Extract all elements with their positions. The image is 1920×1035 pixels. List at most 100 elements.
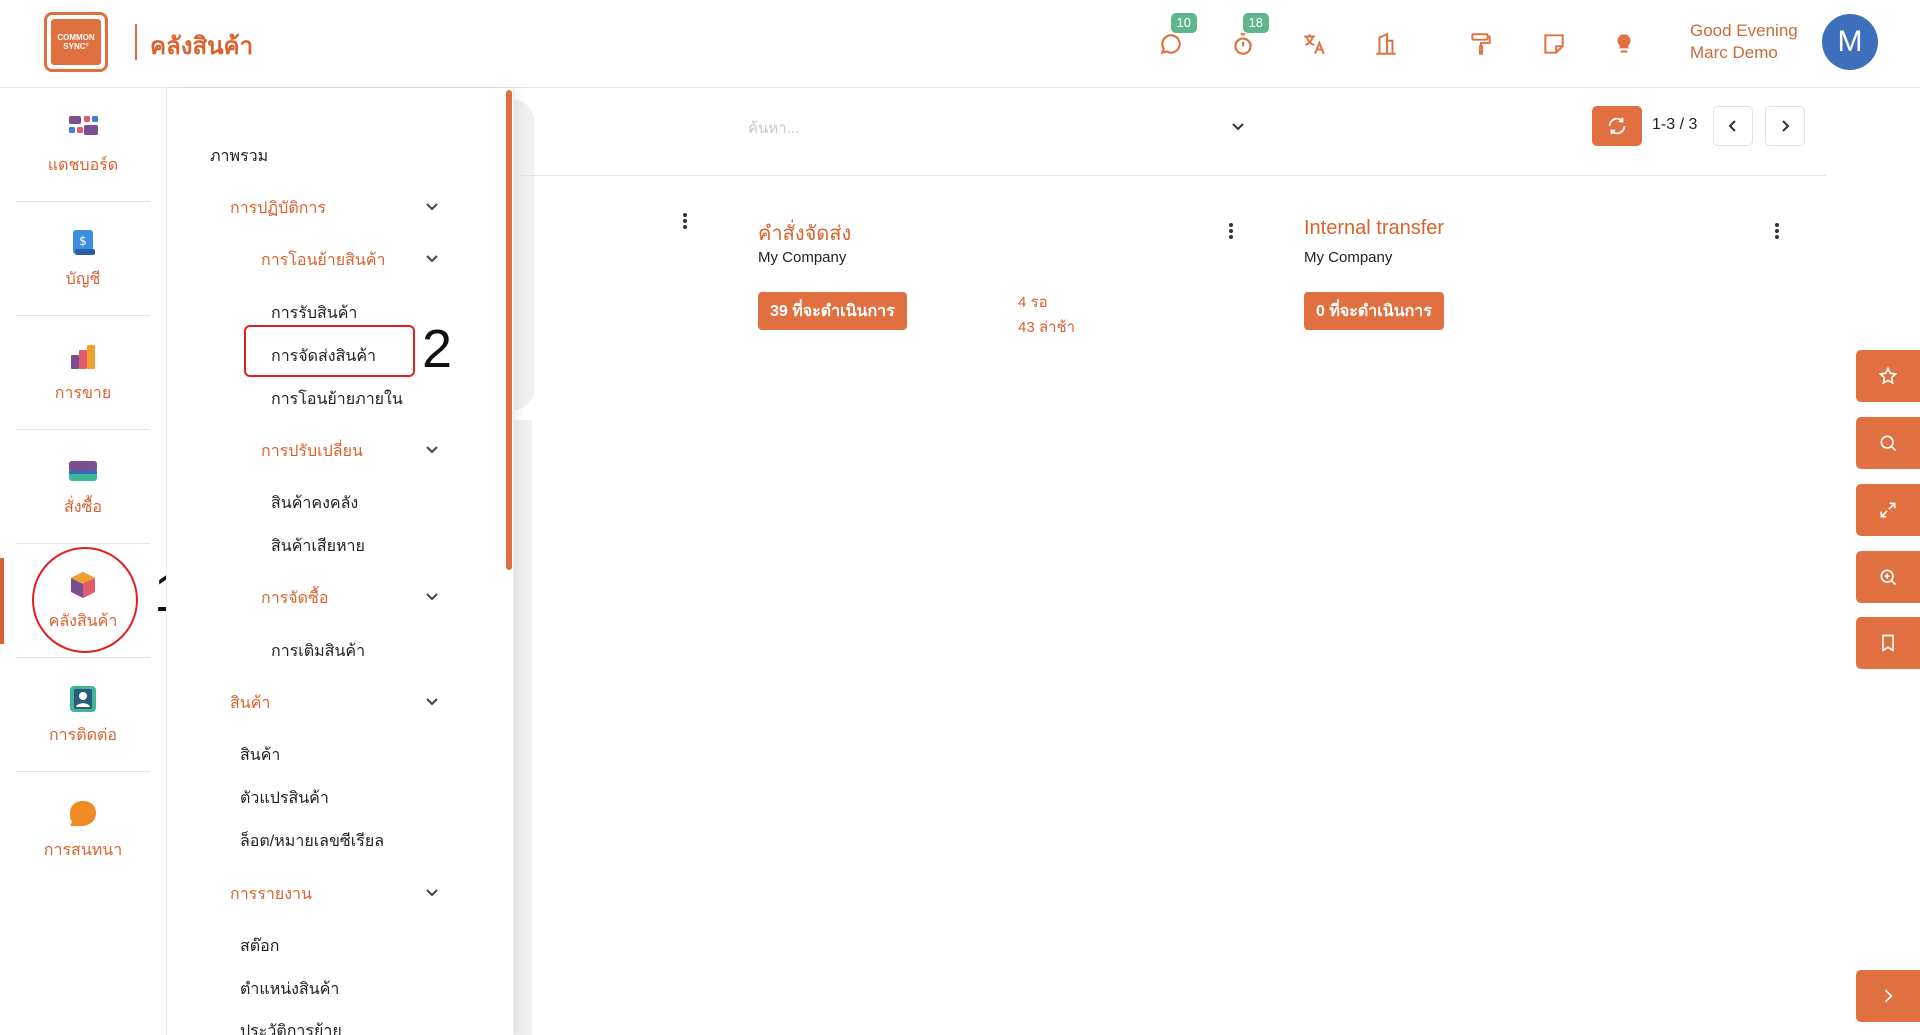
- chat-icon: [1160, 34, 1181, 55]
- menu-adjustments[interactable]: การปรับเปลี่ยน: [261, 439, 363, 464]
- sidebar-label-purchase: สั่งซื้อ: [63, 499, 103, 516]
- chevron-down-icon: [426, 203, 438, 211]
- sidebar-label-discuss: การสนทนา: [43, 841, 123, 859]
- top-bar: COMMON SYNC° คลังสินค้า 10 18 Good Eveni…: [0, 0, 1920, 88]
- greeting-line-1: Good Evening: [1690, 21, 1798, 40]
- sidebar-item-contacts[interactable]: การติดต่อ: [16, 660, 150, 772]
- menu-moves-history[interactable]: ประวัติการย้าย: [240, 1019, 342, 1035]
- note-icon: [1544, 34, 1564, 54]
- menu-scrollbar[interactable]: [506, 90, 512, 570]
- chevron-down-icon: [426, 889, 438, 897]
- expand-panel-button[interactable]: [1856, 970, 1920, 1022]
- search-icon: [1880, 435, 1897, 452]
- zoom-tool-button[interactable]: [1856, 551, 1920, 603]
- title-divider: [135, 24, 137, 60]
- sidebar-item-discuss[interactable]: การสนทนา: [16, 774, 150, 886]
- activities-button[interactable]: 18: [1225, 13, 1269, 62]
- activities-badge: 18: [1242, 13, 1269, 33]
- pager-prev-button[interactable]: [1713, 106, 1753, 146]
- menu-overview[interactable]: ภาพรวม: [210, 144, 268, 169]
- chevron-down-icon: [426, 255, 438, 263]
- menu-reporting[interactable]: การรายงาน: [230, 882, 312, 907]
- sidebar-item-purchase[interactable]: สั่งซื้อ: [16, 432, 150, 544]
- chevron-right-icon: [1884, 989, 1893, 1003]
- menu-variants[interactable]: ตัวแปรสินค้า: [240, 786, 329, 811]
- menu-scrap[interactable]: สินค้าเสียหาย: [271, 534, 365, 559]
- sidebar-label-sales: การขาย: [54, 385, 112, 402]
- zoom-in-icon: [1880, 569, 1897, 586]
- menu-procurement[interactable]: การจัดซื้อ: [261, 586, 329, 611]
- tips-button[interactable]: [1606, 26, 1642, 62]
- search-input[interactable]: ค้นหา...: [748, 116, 799, 140]
- translate-icon: [1304, 34, 1325, 55]
- sidebar-label-dashboard: แดชบอร์ด: [47, 157, 119, 174]
- inventory-menu: [166, 88, 514, 1035]
- expand-icon: [1880, 502, 1896, 518]
- messages-button[interactable]: 10: [1153, 13, 1197, 62]
- backdrop-edge: [514, 100, 534, 410]
- menu-locations[interactable]: ตำแหน่งสินค้า: [240, 977, 339, 1002]
- logo-text-2: SYNC°: [63, 42, 89, 51]
- fullscreen-tool-button[interactable]: [1856, 484, 1920, 536]
- app-title: คลังสินค้า: [150, 33, 254, 60]
- menu-operations[interactable]: การปฏิบัติการ: [230, 196, 326, 221]
- refresh-button[interactable]: [1592, 106, 1642, 146]
- chevron-left-icon: [1728, 120, 1736, 132]
- contacts-icon: [70, 686, 96, 712]
- user-name: Marc Demo: [1690, 43, 1778, 62]
- card-title-internal[interactable]: Internal transfer: [1304, 217, 1444, 240]
- chevron-down-icon: [426, 593, 438, 601]
- pager-next-button[interactable]: [1765, 106, 1805, 146]
- chevron-down-icon: [426, 446, 438, 454]
- menu-stock[interactable]: สต๊อก: [240, 934, 279, 959]
- kebab-icon: [1229, 223, 1233, 239]
- card-company-internal: My Company: [1304, 249, 1393, 266]
- svg-text:$: $: [79, 234, 87, 248]
- menu-receipts[interactable]: การรับสินค้า: [271, 301, 357, 326]
- logo-mark: COMMON SYNC°: [51, 19, 101, 65]
- search-underline: [520, 175, 1826, 176]
- menu-lots-serials[interactable]: ล็อต/หมายเลขซีเรียล: [240, 829, 384, 854]
- annotation-box: [244, 325, 415, 377]
- menu-products-item[interactable]: สินค้า: [240, 743, 280, 768]
- menu-products[interactable]: สินค้า: [230, 691, 270, 716]
- chevron-right-icon: [1782, 120, 1790, 132]
- menu-replenishment[interactable]: การเติมสินค้า: [271, 639, 365, 664]
- annotation-step-2: 2: [422, 319, 453, 379]
- bookmark-tool-button[interactable]: [1856, 617, 1920, 669]
- delivery-late-link[interactable]: 43 ล่าช้า: [1018, 316, 1075, 340]
- sidebar-label-accounting: บัญชี: [65, 271, 101, 288]
- user-avatar[interactable]: M: [1822, 14, 1878, 70]
- purchase-icon: [69, 461, 97, 481]
- sidebar-item-sales[interactable]: การขาย: [16, 318, 150, 430]
- menu-transfers[interactable]: การโอนย้ายสินค้า: [261, 248, 386, 273]
- search-tool-button[interactable]: [1856, 417, 1920, 469]
- star-icon: [1878, 366, 1898, 385]
- delivery-waiting-link[interactable]: 4 รอ: [1018, 291, 1048, 315]
- sales-icon: [71, 345, 95, 369]
- kebab-icon: [683, 213, 687, 229]
- paint-roller-icon: [1471, 33, 1491, 55]
- app-logo[interactable]: COMMON SYNC°: [44, 12, 108, 72]
- sidebar-label-contacts: การติดต่อ: [48, 727, 118, 744]
- menu-internal-transfers[interactable]: การโอนย้ายภายใน: [271, 387, 403, 412]
- annotation-circle: [32, 547, 138, 653]
- logo-text-1: COMMON: [57, 33, 95, 42]
- delivery-todo-button[interactable]: 39 ที่จะดำเนินการ: [758, 292, 907, 330]
- refresh-icon: [1608, 117, 1626, 135]
- card-company-delivery: My Company: [758, 249, 847, 266]
- card-title-delivery[interactable]: คำสั่งจัดส่ง: [758, 217, 851, 249]
- pager-value: 1-3 / 3: [1652, 116, 1698, 133]
- greeting: Good Evening Marc Demo: [1690, 20, 1798, 64]
- menu-physical-inventory[interactable]: สินค้าคงคลัง: [271, 491, 358, 516]
- language-button[interactable]: [1296, 26, 1332, 62]
- sidebar-item-accounting[interactable]: $ บัญชี: [16, 204, 150, 316]
- lightbulb-icon: [1617, 34, 1631, 53]
- company-switch-button[interactable]: [1368, 26, 1404, 62]
- kebab-icon: [1775, 223, 1779, 239]
- notes-button[interactable]: [1536, 26, 1572, 62]
- theme-button[interactable]: [1463, 26, 1499, 62]
- favorite-tool-button[interactable]: [1856, 350, 1920, 402]
- internal-todo-button[interactable]: 0 ที่จะดำเนินการ: [1304, 292, 1444, 330]
- sidebar-item-dashboard[interactable]: แดชบอร์ด: [16, 90, 150, 202]
